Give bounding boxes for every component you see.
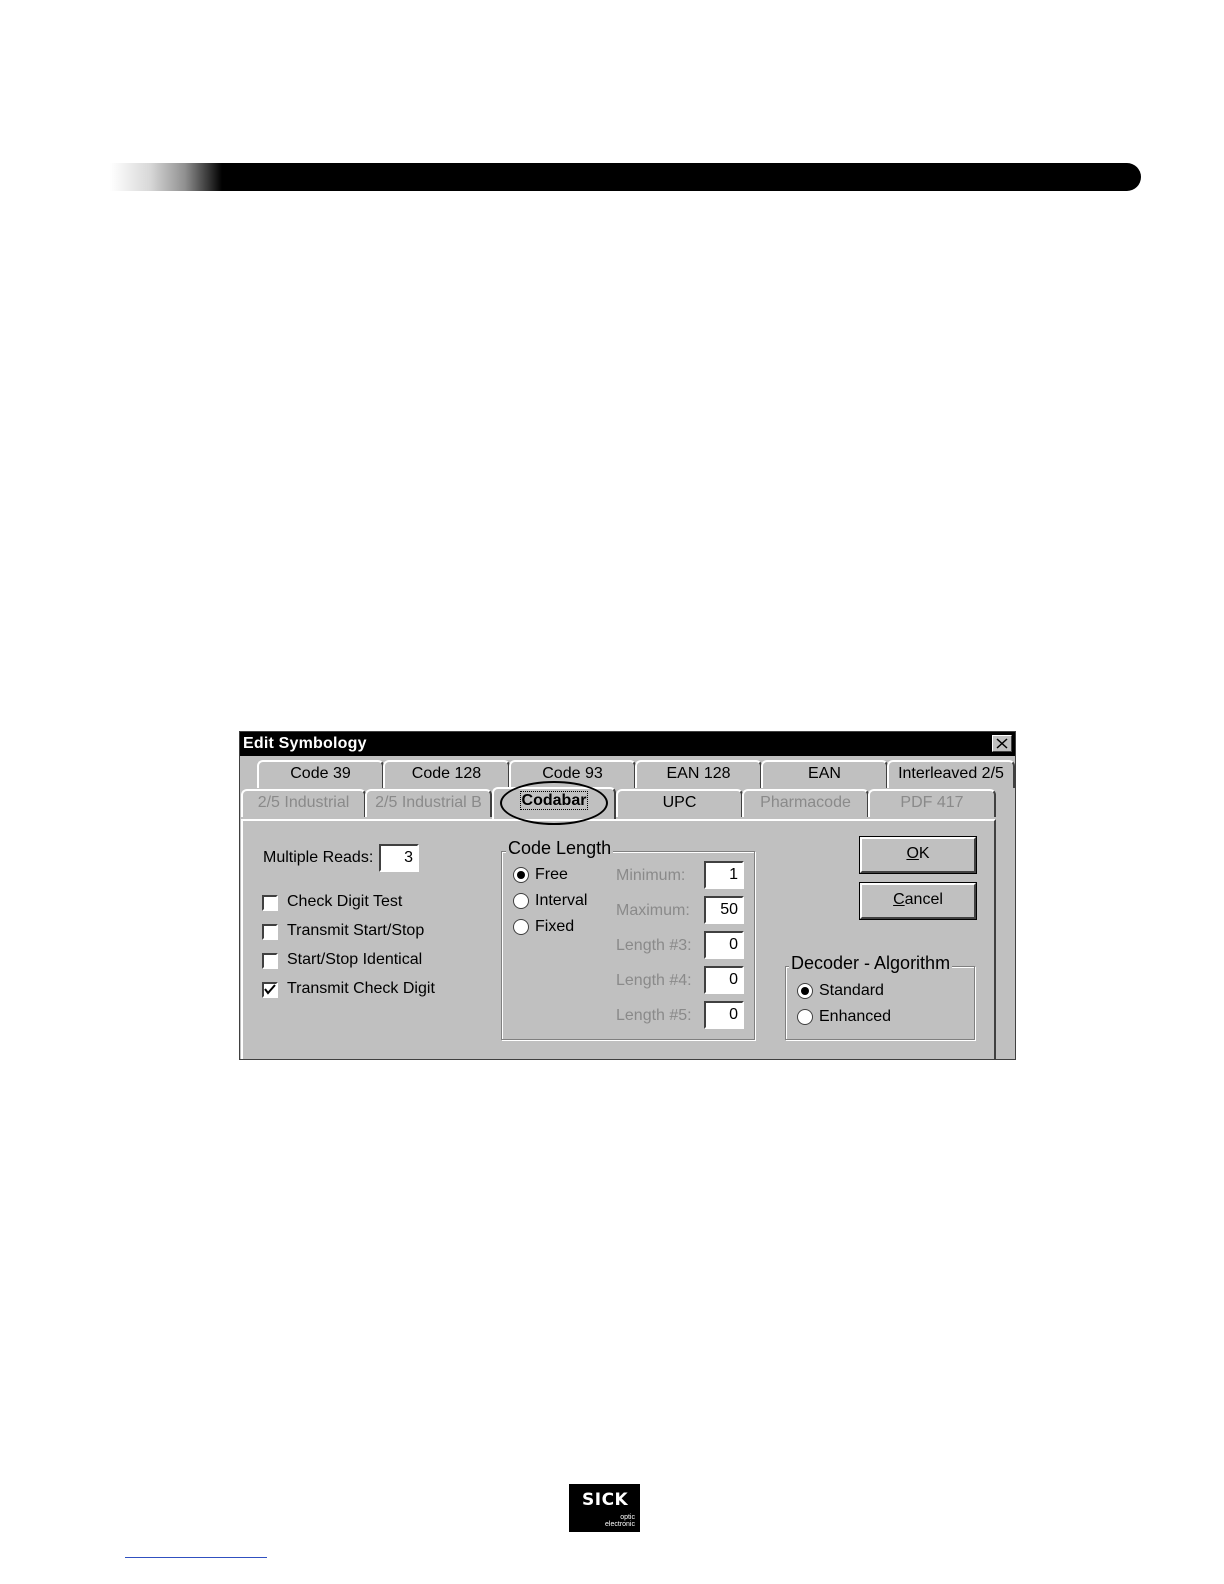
logo-name: SICK <box>582 1490 629 1510</box>
interval-radio[interactable] <box>513 893 529 909</box>
code-length-title: Code Length <box>506 838 614 859</box>
highlight-oval <box>500 781 608 825</box>
ok-accel: O <box>906 845 919 862</box>
logo-sub-optic: optic <box>620 1514 635 1521</box>
ok-button[interactable]: OK <box>859 836 977 874</box>
standard-label: Standard <box>819 982 884 999</box>
multiple-reads-label: Multiple Reads: <box>263 849 374 866</box>
length-3-label: Length #3: <box>616 937 692 954</box>
length-4-input[interactable]: 0 <box>704 966 744 994</box>
cancel-button[interactable]: Cancel <box>859 882 977 920</box>
free-radio[interactable] <box>513 867 529 883</box>
transmit-check-digit-checkbox[interactable] <box>262 982 278 998</box>
start-stop-identical-label: Start/Stop Identical <box>287 951 423 968</box>
length-5-label: Length #5: <box>616 1007 692 1024</box>
transmit-start-stop-label: Transmit Start/Stop <box>287 922 425 939</box>
check-digit-test-checkbox[interactable] <box>262 895 278 911</box>
maximum-label: Maximum: <box>616 902 690 919</box>
tab-label: EAN <box>808 765 841 782</box>
length-5-input[interactable]: 0 <box>704 1001 744 1029</box>
tab-pharmacode[interactable]: Pharmacode <box>742 789 869 817</box>
tab-ean-128[interactable]: EAN 128 <box>635 760 762 788</box>
codabar-panel: Multiple Reads: 3 Check Digit Test Trans… <box>241 819 996 1059</box>
edit-symbology-dialog: Edit Symbology Code 39 Code 128 Code 93 … <box>239 731 1016 1060</box>
logo-sub-electronic: electronic <box>605 1521 635 1528</box>
dialog-title: Edit Symbology <box>243 735 367 752</box>
tab-label: PDF 417 <box>900 794 964 811</box>
transmit-start-stop-checkbox[interactable] <box>262 924 278 940</box>
minimum-label: Minimum: <box>616 867 686 884</box>
tab-code-128[interactable]: Code 128 <box>383 760 510 788</box>
tab-label: EAN 128 <box>666 765 731 782</box>
close-icon <box>996 738 1008 749</box>
multiple-reads-input[interactable]: 3 <box>379 844 419 872</box>
close-button[interactable] <box>992 735 1012 752</box>
tab-upc[interactable]: UPC <box>616 789 743 817</box>
fixed-label: Fixed <box>535 918 575 935</box>
start-stop-identical-checkbox[interactable] <box>262 953 278 969</box>
sick-logo: SICK optic electronic <box>569 1484 640 1532</box>
length-4-label: Length #4: <box>616 972 692 989</box>
tab-label: 2/5 Industrial B <box>375 794 482 811</box>
tab-ean[interactable]: EAN <box>761 760 888 788</box>
tab-label: Code 39 <box>290 765 351 782</box>
tab-label: Pharmacode <box>760 794 851 811</box>
enhanced-label: Enhanced <box>819 1008 892 1025</box>
tab-label: Interleaved 2/5 <box>898 765 1004 782</box>
cancel-accel: C <box>893 891 905 908</box>
tab-pdf-417[interactable]: PDF 417 <box>868 789 996 817</box>
standard-radio[interactable] <box>797 983 813 999</box>
tab-2-5-industrial-b[interactable]: 2/5 Industrial B <box>365 789 492 817</box>
checkmark-icon <box>264 984 276 995</box>
title-bar[interactable]: Edit Symbology <box>240 732 1015 756</box>
enhanced-radio[interactable] <box>797 1009 813 1025</box>
fixed-radio[interactable] <box>513 919 529 935</box>
header-bar <box>110 163 1141 191</box>
tab-label: Code 128 <box>411 765 482 782</box>
check-digit-test-label: Check Digit Test <box>287 893 403 910</box>
tab-label: UPC <box>662 794 697 811</box>
transmit-check-digit-label: Transmit Check Digit <box>287 980 435 997</box>
decoder-algorithm-title: Decoder - Algorithm <box>789 953 953 974</box>
tab-label: 2/5 Industrial <box>257 794 350 811</box>
decoder-algorithm-group <box>785 966 975 1040</box>
free-label: Free <box>535 866 568 883</box>
tab-label: Code 93 <box>542 765 603 782</box>
tab-2-5-industrial[interactable]: 2/5 Industrial <box>241 789 366 817</box>
tab-interleaved-2-5[interactable]: Interleaved 2/5 <box>887 760 1015 788</box>
length-3-input[interactable]: 0 <box>704 931 744 959</box>
maximum-input[interactable]: 50 <box>704 896 744 924</box>
interval-label: Interval <box>535 892 588 909</box>
footer-link-line <box>125 1557 267 1558</box>
tab-code-39[interactable]: Code 39 <box>257 760 384 788</box>
ok-label: K <box>918 845 930 862</box>
cancel-label: ancel <box>904 891 943 908</box>
minimum-input[interactable]: 1 <box>704 861 744 889</box>
